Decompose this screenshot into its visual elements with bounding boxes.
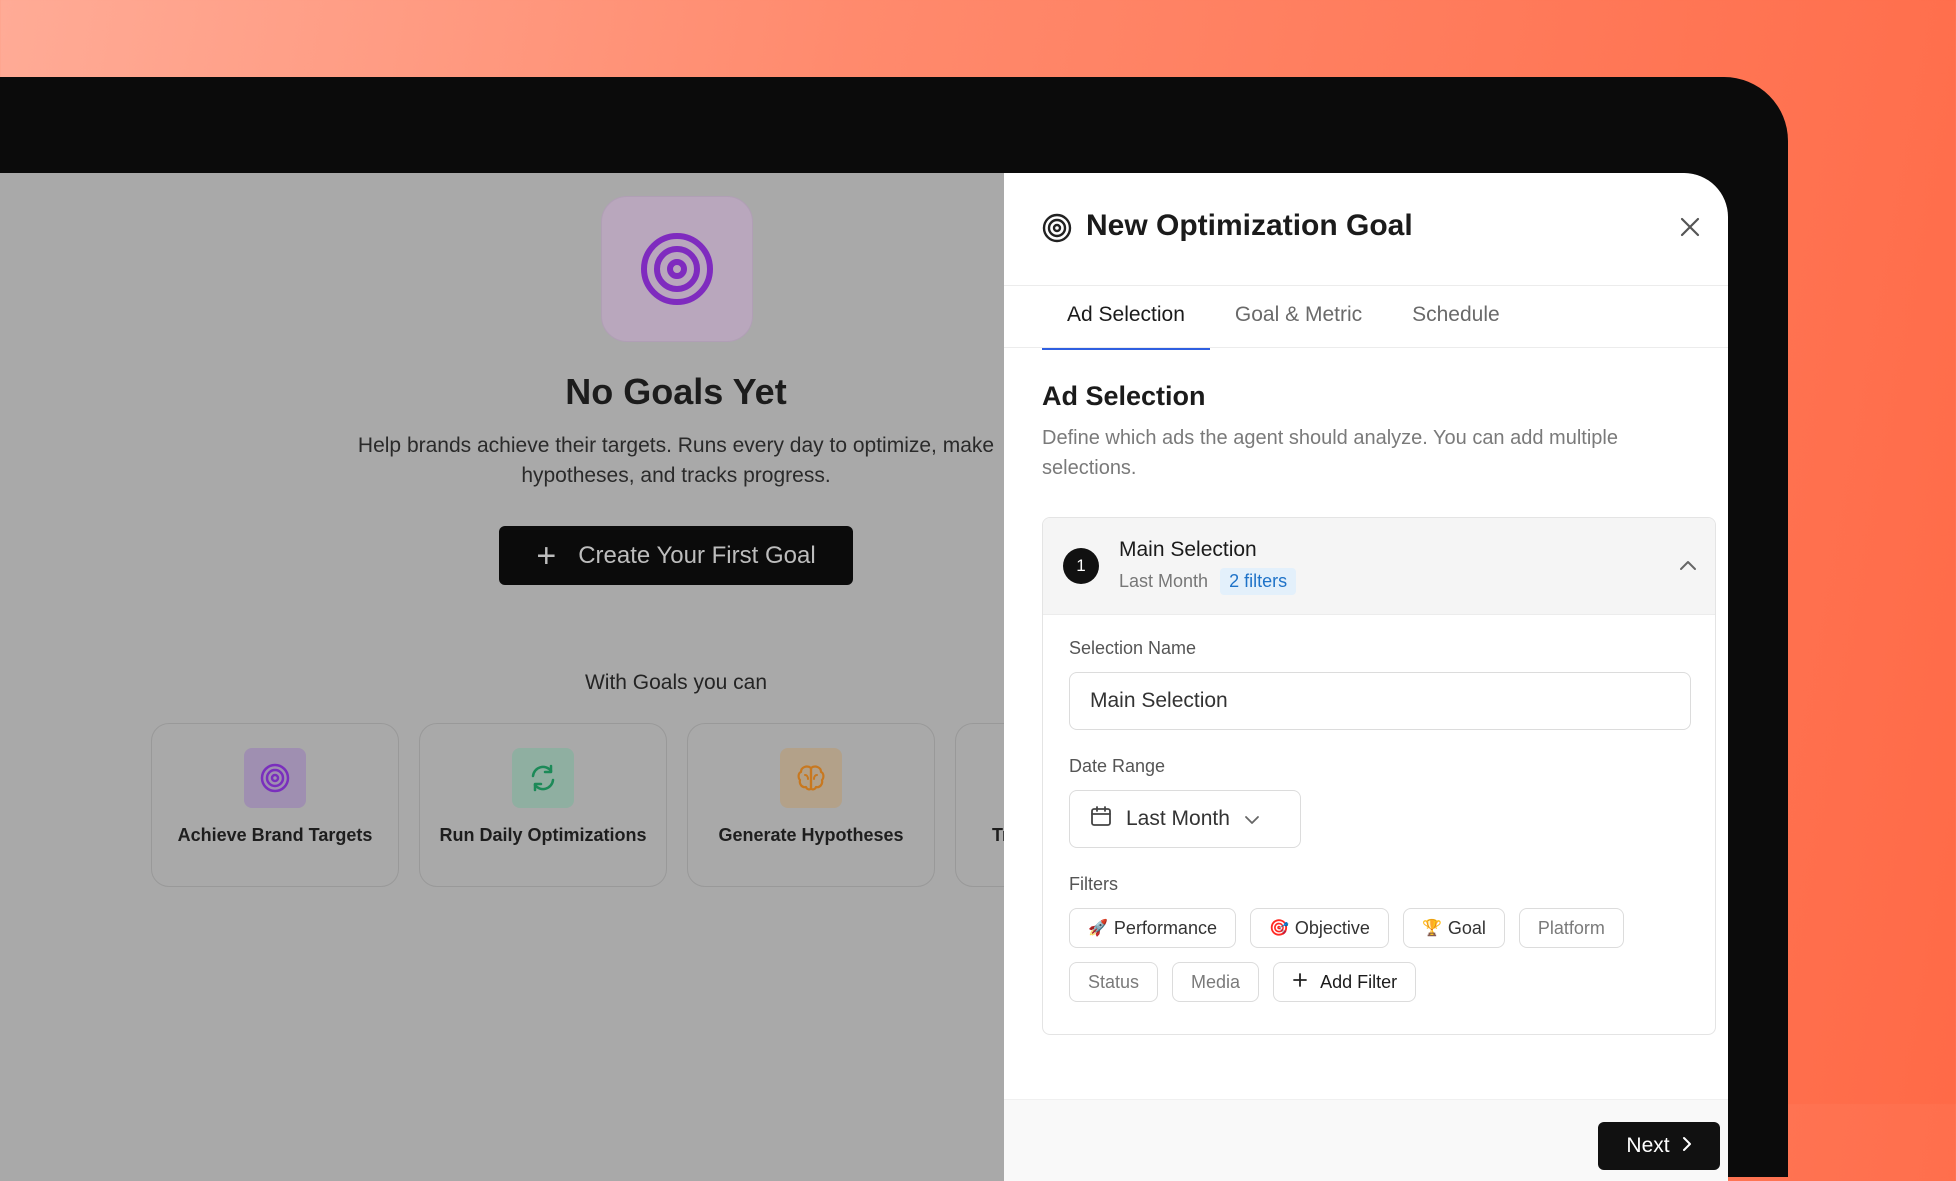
new-goal-panel: New Optimization Goal Ad Selection Goal … <box>1004 173 1728 1181</box>
selection-date-summary: Last Month <box>1119 571 1209 591</box>
filter-chip-label: Goal <box>1447 917 1486 938</box>
calendar-icon <box>1090 805 1112 833</box>
filters-label: Filters <box>1069 874 1118 894</box>
date-range-value: Last Month <box>1126 807 1230 830</box>
filter-chip-goal[interactable]: 🏆 Goal <box>1402 908 1505 948</box>
tab-goal-metric[interactable]: Goal & Metric <box>1210 285 1387 347</box>
filter-chip-label: Platform <box>1537 917 1605 938</box>
feature-card-daily-optimizations: Run Daily Optimizations <box>419 723 667 887</box>
section-description: Define which ads the agent should analyz… <box>1042 427 1618 479</box>
section-title: Ad Selection <box>1042 381 1206 411</box>
device-frame: No Goals Yet Help brands achieve their t… <box>0 77 1788 1181</box>
filter-chips: 🚀 Performance 🎯 Objective 🏆 Goal Platfor… <box>1069 908 1709 1002</box>
description-line-2: hypotheses, and tracks progress. <box>521 464 831 487</box>
app-screen: No Goals Yet Help brands achieve their t… <box>0 173 1728 1181</box>
selection-title: Main Selection <box>1119 538 1257 561</box>
selection-number-badge: 1 <box>1063 548 1099 584</box>
add-filter-button[interactable]: Add Filter <box>1273 962 1417 1002</box>
date-range-label: Date Range <box>1069 756 1166 776</box>
filter-chip-platform[interactable]: Platform <box>1518 908 1624 948</box>
filter-chip-media[interactable]: Media <box>1172 962 1260 1002</box>
plus-icon: + <box>536 536 557 575</box>
selection-name-input[interactable] <box>1069 672 1691 730</box>
filters-count-badge: 2 filters <box>1220 568 1297 595</box>
hero-target-icon <box>601 196 753 342</box>
rocket-icon: 🚀 <box>1088 920 1108 937</box>
target-icon <box>244 748 306 808</box>
date-range-select[interactable]: Last Month <box>1069 790 1301 848</box>
next-label: Next <box>1626 1134 1670 1157</box>
tab-ad-selection[interactable]: Ad Selection <box>1042 285 1210 350</box>
plus-icon <box>1292 972 1308 993</box>
next-button[interactable]: Next <box>1598 1122 1720 1170</box>
feature-label: Run Daily Optimizations <box>439 825 647 845</box>
selection-card: 1 Main Selection Last Month 2 filters Se… <box>1042 517 1716 1035</box>
filter-chip-label: Performance <box>1113 917 1217 938</box>
target-icon <box>1042 213 1072 248</box>
feature-card-achieve-targets: Achieve Brand Targets <box>151 723 399 887</box>
feature-card-hypotheses: Generate Hypotheses <box>687 723 935 887</box>
chevron-right-icon <box>1682 1134 1692 1158</box>
selection-meta: Last Month 2 filters <box>1119 568 1297 595</box>
panel-title: New Optimization Goal <box>1086 209 1413 242</box>
tab-schedule[interactable]: Schedule <box>1387 285 1525 347</box>
selection-name-label: Selection Name <box>1069 638 1197 658</box>
filter-chip-status[interactable]: Status <box>1069 962 1159 1002</box>
panel-footer: Next <box>1004 1099 1728 1181</box>
add-filter-label: Add Filter <box>1320 971 1398 992</box>
panel-tabs: Ad Selection Goal & Metric Schedule <box>1042 285 1525 350</box>
refresh-icon <box>512 748 574 808</box>
close-icon[interactable] <box>1676 213 1704 241</box>
create-first-goal-button[interactable]: + Create Your First Goal <box>499 526 853 585</box>
filter-chip-label: Media <box>1191 971 1241 992</box>
chevron-down-icon <box>1244 807 1260 831</box>
feature-label: Generate Hypotheses <box>718 825 904 845</box>
dart-target-icon: 🎯 <box>1268 920 1289 937</box>
description-line-1: Help brands achieve their targets. Runs … <box>357 434 995 457</box>
brain-icon <box>780 748 842 808</box>
selection-card-header[interactable]: 1 Main Selection Last Month 2 filters <box>1043 518 1715 615</box>
filter-chip-objective[interactable]: 🎯 Objective <box>1249 908 1389 948</box>
panel-header: New Optimization Goal <box>1004 173 1728 286</box>
filter-chip-label: Objective <box>1294 917 1370 938</box>
chevron-up-icon[interactable] <box>1679 558 1697 576</box>
empty-state-description: Help brands achieve their targets. Runs … <box>320 431 1032 491</box>
filter-chip-label: Status <box>1088 971 1140 992</box>
tabs-divider <box>1004 347 1728 348</box>
trophy-icon: 🏆 <box>1421 920 1442 937</box>
feature-label: Achieve Brand Targets <box>177 825 373 845</box>
filter-chip-performance[interactable]: 🚀 Performance <box>1069 908 1236 948</box>
create-first-goal-label: Create Your First Goal <box>578 541 816 569</box>
